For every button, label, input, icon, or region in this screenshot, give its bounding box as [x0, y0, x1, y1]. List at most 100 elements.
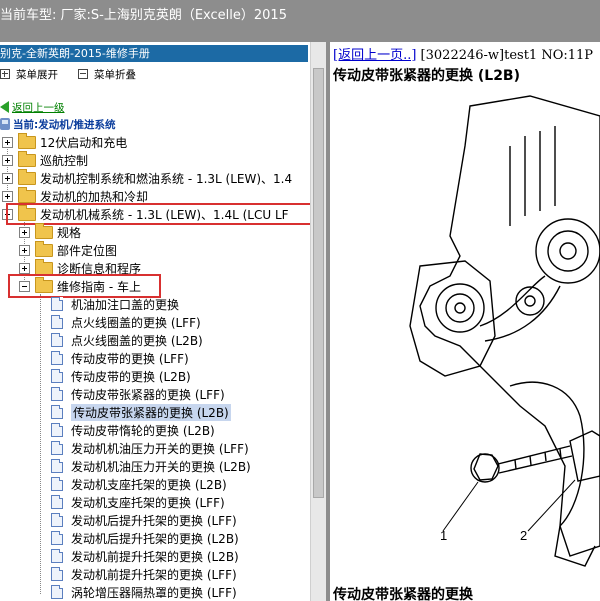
- tree-item-label: 巡航控制: [40, 153, 89, 168]
- current-location-icon: [0, 118, 10, 130]
- document-icon: [51, 513, 63, 527]
- document-label: 发动机支座托架的更换 (L2B): [71, 477, 227, 492]
- tree-item-label: 发动机的加热和冷却: [40, 189, 149, 204]
- document-item[interactable]: 发动机后提升托架的更换 (L2B): [51, 529, 239, 547]
- document-item[interactable]: 发动机支座托架的更换 (LFF): [51, 493, 225, 511]
- collapse-icon: [78, 69, 88, 79]
- document-header: [返回上一页..] [3022246-w]test1 NO:11P: [333, 44, 593, 63]
- document-icon: [51, 441, 63, 455]
- document-icon: [51, 297, 63, 311]
- folder-icon: [18, 150, 36, 167]
- document-item[interactable]: 机油加注口盖的更换: [51, 295, 179, 313]
- document-item[interactable]: 点火线圈盖的更换 (L2B): [51, 331, 203, 349]
- expand-all-label: 菜单展开: [16, 68, 58, 81]
- document-label: 发动机前提升托架的更换 (LFF): [71, 567, 237, 582]
- title-bar: 当前车型: 厂家:S-上海别克英朗（Excelle）2015: [0, 0, 600, 42]
- document-icon: [51, 351, 63, 365]
- document-item[interactable]: 传动皮带张紧器的更换 (LFF): [51, 385, 225, 403]
- document-label: 发动机支座托架的更换 (LFF): [71, 495, 225, 510]
- callout-1: 1: [440, 528, 447, 543]
- tree-expander-icon[interactable]: [2, 172, 13, 184]
- document-title: 传动皮带张紧器的更换 (L2B): [333, 68, 521, 84]
- document-label: 发动机机油压力开关的更换 (LFF): [71, 441, 249, 456]
- tree-expander-icon[interactable]: [19, 226, 30, 238]
- document-item[interactable]: 发动机前提升托架的更换 (L2B): [51, 547, 239, 565]
- tree-item-label: 规格: [57, 225, 82, 240]
- belt-tensioner-illustration: 1 2: [409, 95, 600, 567]
- tree-scrollbar[interactable]: [310, 42, 327, 601]
- document-id-text: [3022246-w]test1 NO:11P: [416, 48, 594, 63]
- document-icon: [51, 585, 63, 599]
- current-car-model-label: 当前车型: 厂家:S-上海别克英朗（Excelle）2015: [0, 8, 287, 23]
- tree-toolbar: 菜单展开 菜单折叠: [0, 66, 310, 82]
- document-item-selected[interactable]: 传动皮带张紧器的更换 (L2B): [51, 403, 231, 421]
- document-panel: [返回上一页..] [3022246-w]test1 NO:11P 传动皮带张紧…: [330, 42, 600, 601]
- document-icon: [51, 405, 63, 419]
- folder-icon: [18, 186, 36, 203]
- document-label: 点火线圈盖的更换 (LFF): [71, 315, 201, 330]
- document-icon: [51, 531, 63, 545]
- document-icon: [51, 549, 63, 563]
- tree-expander-icon[interactable]: [2, 190, 13, 202]
- tree-item[interactable]: 12伏启动和充电: [2, 132, 127, 151]
- document-label: 涡轮增压器隔热罩的更换 (LFF): [71, 585, 237, 600]
- document-label: 传动皮带张紧器的更换 (LFF): [71, 387, 225, 402]
- document-item[interactable]: 发动机支座托架的更换 (L2B): [51, 475, 227, 493]
- document-label: 机油加注口盖的更换: [71, 297, 180, 312]
- document-item[interactable]: 传动皮带惰轮的更换 (L2B): [51, 421, 215, 439]
- document-label: 发动机后提升托架的更换 (L2B): [71, 531, 239, 546]
- document-icon: [51, 369, 63, 383]
- tree-item-label: 发动机控制系统和燃油系统 - 1.3L (LEW)、1.4: [40, 171, 293, 186]
- document-label: 点火线圈盖的更换 (L2B): [71, 333, 203, 348]
- document-icon: [51, 567, 63, 581]
- back-nav-row[interactable]: 返回上一级: [0, 99, 65, 115]
- tree-expander-icon[interactable]: [2, 136, 13, 148]
- folder-icon: [35, 258, 53, 275]
- scrollbar-thumb[interactable]: [313, 68, 324, 498]
- tree-item[interactable]: 规格: [19, 222, 82, 241]
- document-icon: [51, 333, 63, 347]
- document-label: 发动机机油压力开关的更换 (L2B): [71, 459, 251, 474]
- tree-item[interactable]: 部件定位图: [19, 240, 118, 259]
- document-icon: [51, 477, 63, 491]
- folder-icon: [18, 168, 36, 185]
- document-item[interactable]: 传动皮带的更换 (LFF): [51, 349, 189, 367]
- document-item[interactable]: 涡轮增压器隔热罩的更换 (LFF): [51, 583, 237, 601]
- document-item[interactable]: 发动机后提升托架的更换 (LFF): [51, 511, 237, 529]
- tree-expander-icon[interactable]: [19, 244, 30, 256]
- tree-connector: [40, 294, 41, 594]
- document-item[interactable]: 发动机机油压力开关的更换 (L2B): [51, 457, 251, 475]
- document-item[interactable]: 传动皮带的更换 (L2B): [51, 367, 191, 385]
- document-icon: [51, 387, 63, 401]
- back-one-level-link[interactable]: 返回上一级: [12, 100, 65, 115]
- expand-all-button[interactable]: 菜单展开: [0, 66, 58, 82]
- document-icon: [51, 459, 63, 473]
- document-icon: [51, 495, 63, 509]
- expand-icon: [0, 69, 10, 79]
- folder-icon: [35, 222, 53, 239]
- manual-title-bar: 别克-全新英朗-2015-维修手册: [0, 45, 308, 62]
- document-label: 传动皮带的更换 (L2B): [71, 369, 191, 384]
- document-item[interactable]: 点火线圈盖的更换 (LFF): [51, 313, 201, 331]
- tree-expander-icon[interactable]: [19, 262, 30, 274]
- document-item[interactable]: 发动机前提升托架的更换 (LFF): [51, 565, 237, 583]
- collapse-all-label: 菜单折叠: [94, 68, 136, 81]
- tree-item[interactable]: 巡航控制: [2, 150, 89, 169]
- back-previous-page-link[interactable]: [返回上一页..]: [333, 48, 416, 63]
- current-location-row: 当前:发动机/推进系统: [0, 116, 116, 132]
- tree-item[interactable]: 发动机控制系统和燃油系统 - 1.3L (LEW)、1.4: [2, 168, 293, 187]
- document-label: 传动皮带张紧器的更换 (L2B): [71, 403, 231, 421]
- tree-item-label: 部件定位图: [57, 243, 118, 258]
- tree-panel: 别克-全新英朗-2015-维修手册 菜单展开 菜单折叠 返回上一级 当前:发动机…: [0, 42, 326, 601]
- folder-icon: [35, 240, 53, 257]
- document-icon: [51, 423, 63, 437]
- document-label: 传动皮带惰轮的更换 (L2B): [71, 423, 215, 438]
- document-label: 发动机后提升托架的更换 (LFF): [71, 513, 237, 528]
- callout-2: 2: [520, 528, 527, 543]
- collapse-all-button[interactable]: 菜单折叠: [78, 66, 136, 82]
- document-icon: [51, 315, 63, 329]
- document-label: 传动皮带的更换 (LFF): [71, 351, 189, 366]
- tree-expander-icon[interactable]: [2, 154, 13, 166]
- document-item[interactable]: 发动机机油压力开关的更换 (LFF): [51, 439, 249, 457]
- section-heading: 传动皮带张紧器的更换: [333, 587, 473, 601]
